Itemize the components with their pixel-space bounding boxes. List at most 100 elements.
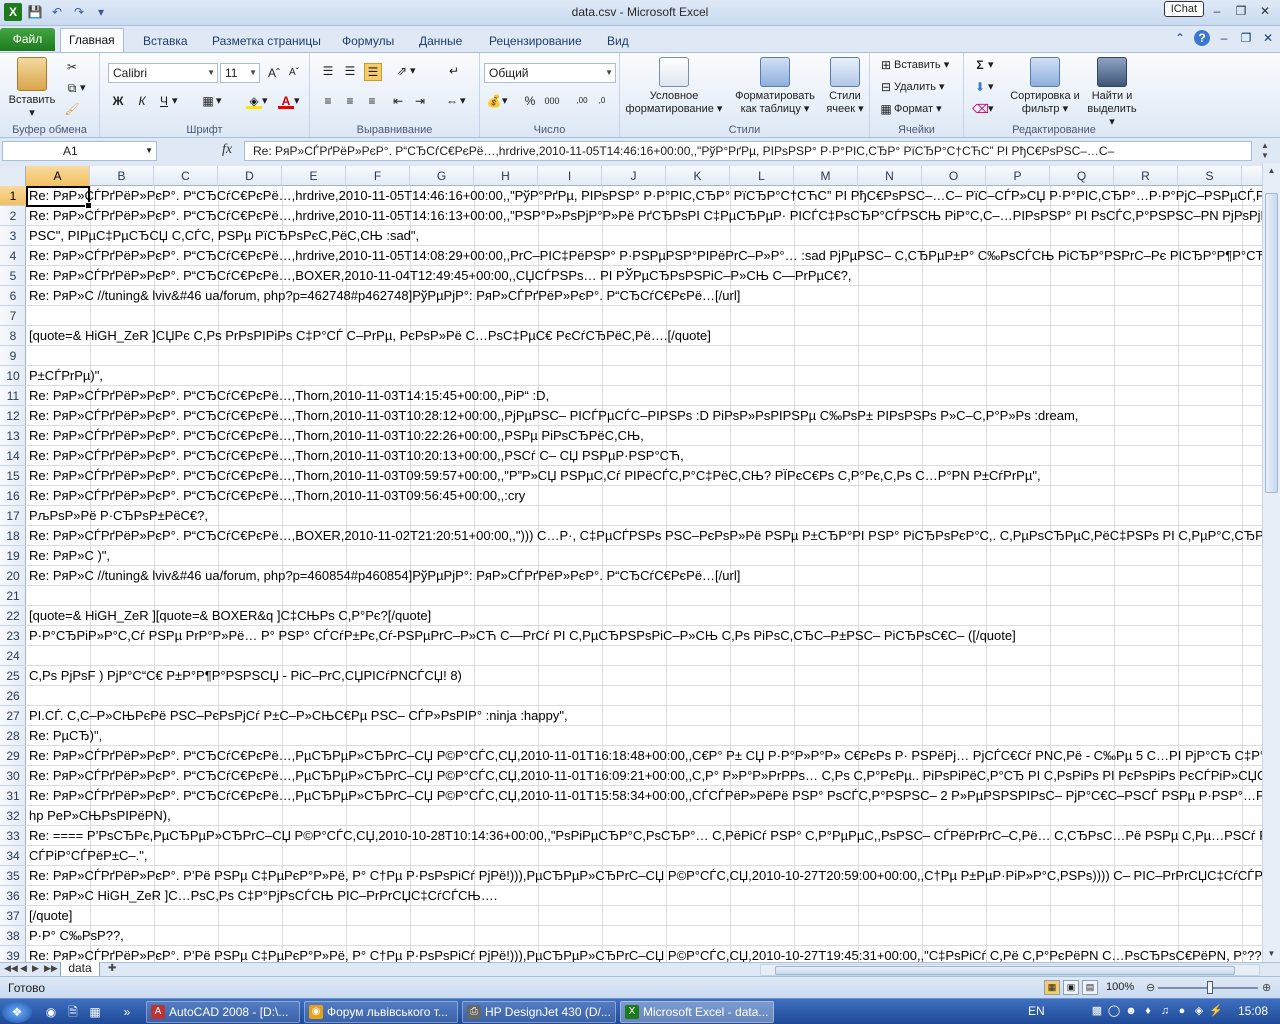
table-row[interactable]: Re: PяP»CЃPґPёP»PєP°. P“CЂCѓC€PєPё…,Thor… [27, 466, 1262, 486]
row-header[interactable]: 2 [0, 206, 26, 226]
zoom-in-icon[interactable]: ⊕ [1262, 981, 1271, 994]
insert-function-icon[interactable]: fx [222, 142, 232, 158]
column-header-b[interactable]: B [90, 166, 154, 186]
format-painter-icon[interactable]: 🖌 [64, 101, 80, 117]
grow-font-icon[interactable]: Aˆ [266, 65, 282, 81]
row-header[interactable]: 20 [0, 566, 26, 586]
table-row[interactable]: Re: PяP»CЃPґPёP»PєP°. P“CЂCѓC€PєPё…,PµCЂ… [27, 786, 1262, 806]
close-button[interactable]: ✕ [1256, 3, 1274, 19]
row-header[interactable]: 4 [0, 246, 26, 266]
row-header[interactable]: 19 [0, 546, 26, 566]
page-layout-view-icon[interactable]: ▣ [1063, 980, 1079, 995]
column-header-p[interactable]: P [986, 166, 1050, 186]
workbook-restore-icon[interactable]: ❐ [1238, 30, 1254, 46]
thousands-icon[interactable]: 000 [544, 93, 560, 109]
row-header[interactable]: 22 [0, 606, 26, 626]
row-header[interactable]: 21 [0, 586, 26, 606]
prev-sheet-icon[interactable]: ◀ [20, 963, 27, 974]
table-row[interactable]: Re: PяP»CЃPґPёP»PєP°. P“CЂCѓC€PєPё…,BOXE… [27, 526, 1262, 546]
column-header-r[interactable]: R [1114, 166, 1178, 186]
tab-view[interactable]: Вид [599, 30, 637, 52]
scroll-down-arrow-icon[interactable]: ▼ [1263, 946, 1280, 962]
font-name-select[interactable]: Calibri ▼ [108, 63, 218, 83]
table-row[interactable]: Re: PяP»CЃPґPёP»PєP°. P“CЂCѓC€PєPё…,Thor… [27, 386, 1262, 406]
percent-icon[interactable]: % [522, 93, 538, 109]
column-header-q[interactable]: Q [1050, 166, 1114, 186]
decrease-indent-icon[interactable]: ⇤ [390, 93, 406, 109]
desktop-icon[interactable]: ▦ [86, 1003, 104, 1021]
taskbar-autocad[interactable]: A AutoCAD 2008 - [D:\... [146, 1001, 300, 1023]
row-header[interactable]: 11 [0, 386, 26, 406]
page-break-view-icon[interactable]: ▤ [1082, 980, 1098, 995]
table-row[interactable]: P·P° C‰PsP??, [27, 926, 1262, 946]
row-header[interactable]: 24 [0, 646, 26, 666]
restore-button[interactable]: ❐ [1232, 3, 1250, 19]
zoom-out-icon[interactable]: ⊖ [1146, 981, 1155, 994]
row-header[interactable]: 13 [0, 426, 26, 446]
table-row[interactable]: Re: PµCЂ)", [27, 726, 1262, 746]
column-header-d[interactable]: D [218, 166, 282, 186]
format-as-table-button[interactable]: Форматировать как таблицу ▾ [730, 57, 820, 116]
column-header-h[interactable]: H [474, 166, 538, 186]
taskbar-forum[interactable]: ◉ Форум львівського т... [304, 1001, 458, 1023]
row-header[interactable]: 3 [0, 226, 26, 246]
column-header-l[interactable]: L [730, 166, 794, 186]
table-row[interactable] [27, 686, 1262, 706]
sort-filter-button[interactable]: Сортировка и фильтр ▾ [1010, 57, 1080, 116]
table-row[interactable]: Re: PяP»CЃPґPёP»PєP°. P“CЂCѓC€PєPё…,PµCЂ… [27, 766, 1262, 786]
row-header[interactable]: 38 [0, 926, 26, 946]
insert-sheet-icon[interactable]: ✚ [108, 963, 116, 974]
row-header[interactable]: 33 [0, 826, 26, 846]
table-row[interactable]: C,Ps PjPsF ) PjP°C“C€ P±P°P¶P°PSPSCЏ - P… [27, 666, 1262, 686]
table-row[interactable]: Re: PяP»CЃPґPёP»PєP°. P’Pё PSPµ C‡PµPєP°… [27, 866, 1262, 886]
number-format-select[interactable]: Общий ▼ [484, 63, 616, 83]
row-header[interactable]: 26 [0, 686, 26, 706]
chrome-icon[interactable]: ◉ [42, 1003, 60, 1021]
table-row[interactable]: [/quote] [27, 906, 1262, 926]
column-header-m[interactable]: M [794, 166, 858, 186]
table-row[interactable]: CЃPiP°CЃPёP±C–.", [27, 846, 1262, 866]
table-row[interactable]: Re: PяP»C HiGH_ZeR ]C…PsC,Ps C‡P°PjPsCЃC… [27, 886, 1262, 906]
row-header[interactable]: 9 [0, 346, 26, 366]
help-icon[interactable]: ? [1194, 30, 1210, 46]
table-row[interactable]: PљPsP»Pё P·CЂPsP±PёC€?, [27, 506, 1262, 526]
expand-formula-bar-icon[interactable]: ▲ ▼ [1254, 141, 1276, 161]
table-row[interactable]: PI.CЃ. C,C–P»CЊPєPё PSC–PєPsPjCѓ P±C–P»C… [27, 706, 1262, 726]
workbook-minimize-icon[interactable]: – [1216, 30, 1232, 46]
align-bottom-icon[interactable]: ☰ [364, 63, 382, 81]
row-header[interactable]: 39 [0, 946, 26, 962]
table-row[interactable]: Re: PяP»CЃPґPёP»PєP°. P’Pё PSPµ C‡PµPєP°… [27, 946, 1262, 962]
select-all-corner[interactable] [0, 166, 26, 186]
autosum-icon[interactable]: Σ ▾ [972, 57, 993, 73]
tab-home[interactable]: Главная [60, 28, 124, 52]
zoom-slider-knob[interactable] [1207, 981, 1213, 994]
row-header[interactable]: 16 [0, 486, 26, 506]
table-row[interactable]: Re: PяP»CЃPґPёP»PєP°. P“CЂCѓC€PєPё…,Thor… [27, 486, 1262, 506]
increase-decimal-icon[interactable]: ,00 [574, 93, 590, 109]
first-sheet-icon[interactable]: ◀◀ [4, 963, 18, 974]
column-header-f[interactable]: F [346, 166, 410, 186]
tab-insert[interactable]: Вставка [135, 30, 196, 52]
table-row[interactable]: Re: PяP»CЃPґPёP»PєP°. P“CЂCѓC€PєPё…,BOXE… [27, 266, 1262, 286]
underline-icon[interactable]: Ч ▾ [156, 93, 178, 109]
sheet-tab-data[interactable]: data [60, 962, 100, 977]
tray-volume-icon[interactable]: ♫ [1158, 1003, 1172, 1019]
taskbar-excel[interactable]: X Microsoft Excel - data... [620, 1001, 774, 1023]
format-cells-button[interactable]: ▦ Формат ▾ [878, 101, 941, 117]
table-row[interactable]: Re: PяP»CЃPґPёP»PєP°. P“CЂCѓC€PєPё…,hrdr… [27, 206, 1262, 226]
tray-skype-icon[interactable]: ◯ [1107, 1003, 1121, 1019]
column-header-j[interactable]: J [602, 166, 666, 186]
column-header-k[interactable]: K [666, 166, 730, 186]
tab-formulas[interactable]: Формулы [334, 30, 402, 52]
increase-indent-icon[interactable]: ⇥ [412, 93, 428, 109]
horizontal-scroll-thumb[interactable] [775, 966, 1235, 975]
row-header[interactable]: 17 [0, 506, 26, 526]
vertical-scroll-thumb[interactable] [1265, 193, 1278, 493]
align-right-icon[interactable]: ≡ [364, 93, 380, 109]
minimize-button[interactable]: – [1208, 3, 1226, 19]
row-header[interactable]: 10 [0, 366, 26, 386]
column-header-o[interactable]: O [922, 166, 986, 186]
table-row[interactable]: Re: PяP»C //tuning& lviv&#46 ua/forum, p… [27, 566, 1262, 586]
tab-data[interactable]: Данные [411, 30, 470, 52]
tray-network-icon[interactable]: ▩ [1090, 1003, 1104, 1019]
